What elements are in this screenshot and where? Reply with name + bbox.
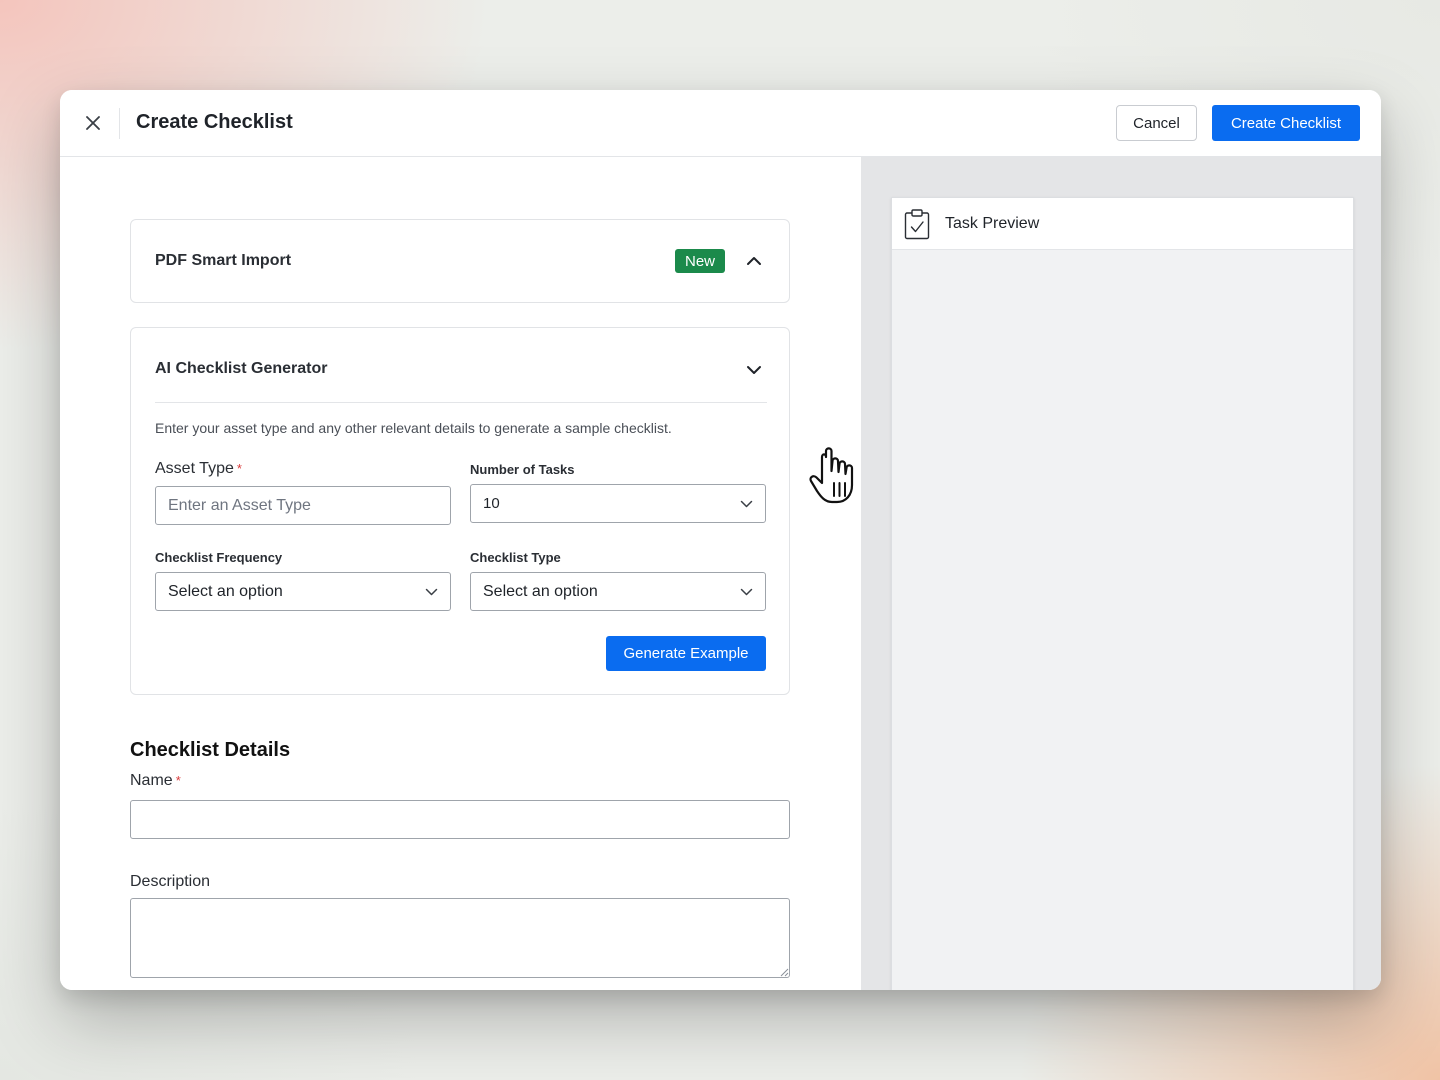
checklist-details-heading: Checklist Details [130, 739, 291, 761]
ai-divider [155, 402, 767, 403]
chevron-down-icon [740, 500, 753, 507]
asset-type-input[interactable] [155, 486, 451, 525]
ai-generator-description: Enter your asset type and any other rele… [155, 420, 672, 436]
close-button[interactable] [80, 110, 106, 136]
asset-type-label-text: Asset Type [155, 460, 234, 477]
resize-handle-icon[interactable] [779, 967, 789, 977]
name-input[interactable] [130, 800, 790, 839]
ai-generator-title: AI Checklist Generator [155, 360, 328, 377]
create-checklist-window: Create Checklist Cancel Create Checklist… [60, 90, 1381, 990]
required-marker: * [236, 461, 242, 476]
pdf-import-toggle[interactable] [743, 250, 765, 272]
chevron-down-icon [747, 366, 761, 374]
ai-generator-toggle[interactable] [743, 359, 765, 381]
create-checklist-button[interactable]: Create Checklist [1212, 105, 1360, 141]
hand-pointer-cursor-icon [809, 447, 854, 504]
pdf-smart-import-title: PDF Smart Import [155, 252, 292, 269]
preview-pane: Task Preview [861, 157, 1381, 990]
checklist-type-select[interactable]: Select an option [470, 572, 766, 611]
task-preview-title: Task Preview [945, 215, 1040, 232]
ai-checklist-generator-panel: AI Checklist Generator Enter your asset … [130, 327, 790, 695]
checklist-type-label: Checklist Type [470, 550, 561, 565]
pdf-smart-import-panel[interactable]: PDF Smart Import New [130, 219, 790, 303]
chevron-down-icon [425, 588, 438, 595]
checklist-type-value: Select an option [483, 582, 598, 600]
header-bar: Create Checklist Cancel Create Checklist [60, 90, 1381, 157]
checklist-frequency-value: Select an option [168, 582, 283, 600]
header-divider [119, 108, 120, 139]
task-preview-card: Task Preview [891, 197, 1354, 990]
checklist-frequency-select[interactable]: Select an option [155, 572, 451, 611]
chevron-up-icon [747, 257, 761, 265]
page-title: Create Checklist [136, 111, 293, 133]
required-marker: * [175, 773, 181, 788]
new-badge: New [675, 249, 725, 273]
generate-example-button[interactable]: Generate Example [606, 636, 766, 671]
name-label: Name * [130, 772, 181, 790]
number-of-tasks-value: 10 [483, 495, 500, 512]
close-icon [86, 116, 100, 130]
number-of-tasks-label: Number of Tasks [470, 462, 575, 477]
description-label: Description [130, 873, 211, 890]
chevron-down-icon [740, 588, 753, 595]
task-preview-header: Task Preview [892, 198, 1353, 250]
form-pane: PDF Smart Import New AI Checklist Genera… [60, 157, 861, 990]
number-of-tasks-select[interactable]: 10 [470, 484, 766, 523]
name-label-text: Name [130, 772, 173, 789]
checklist-frequency-label: Checklist Frequency [155, 550, 283, 565]
description-textarea[interactable] [130, 898, 790, 978]
clipboard-check-icon [904, 209, 930, 240]
cancel-button[interactable]: Cancel [1116, 105, 1197, 141]
asset-type-label: Asset Type * [155, 460, 242, 478]
